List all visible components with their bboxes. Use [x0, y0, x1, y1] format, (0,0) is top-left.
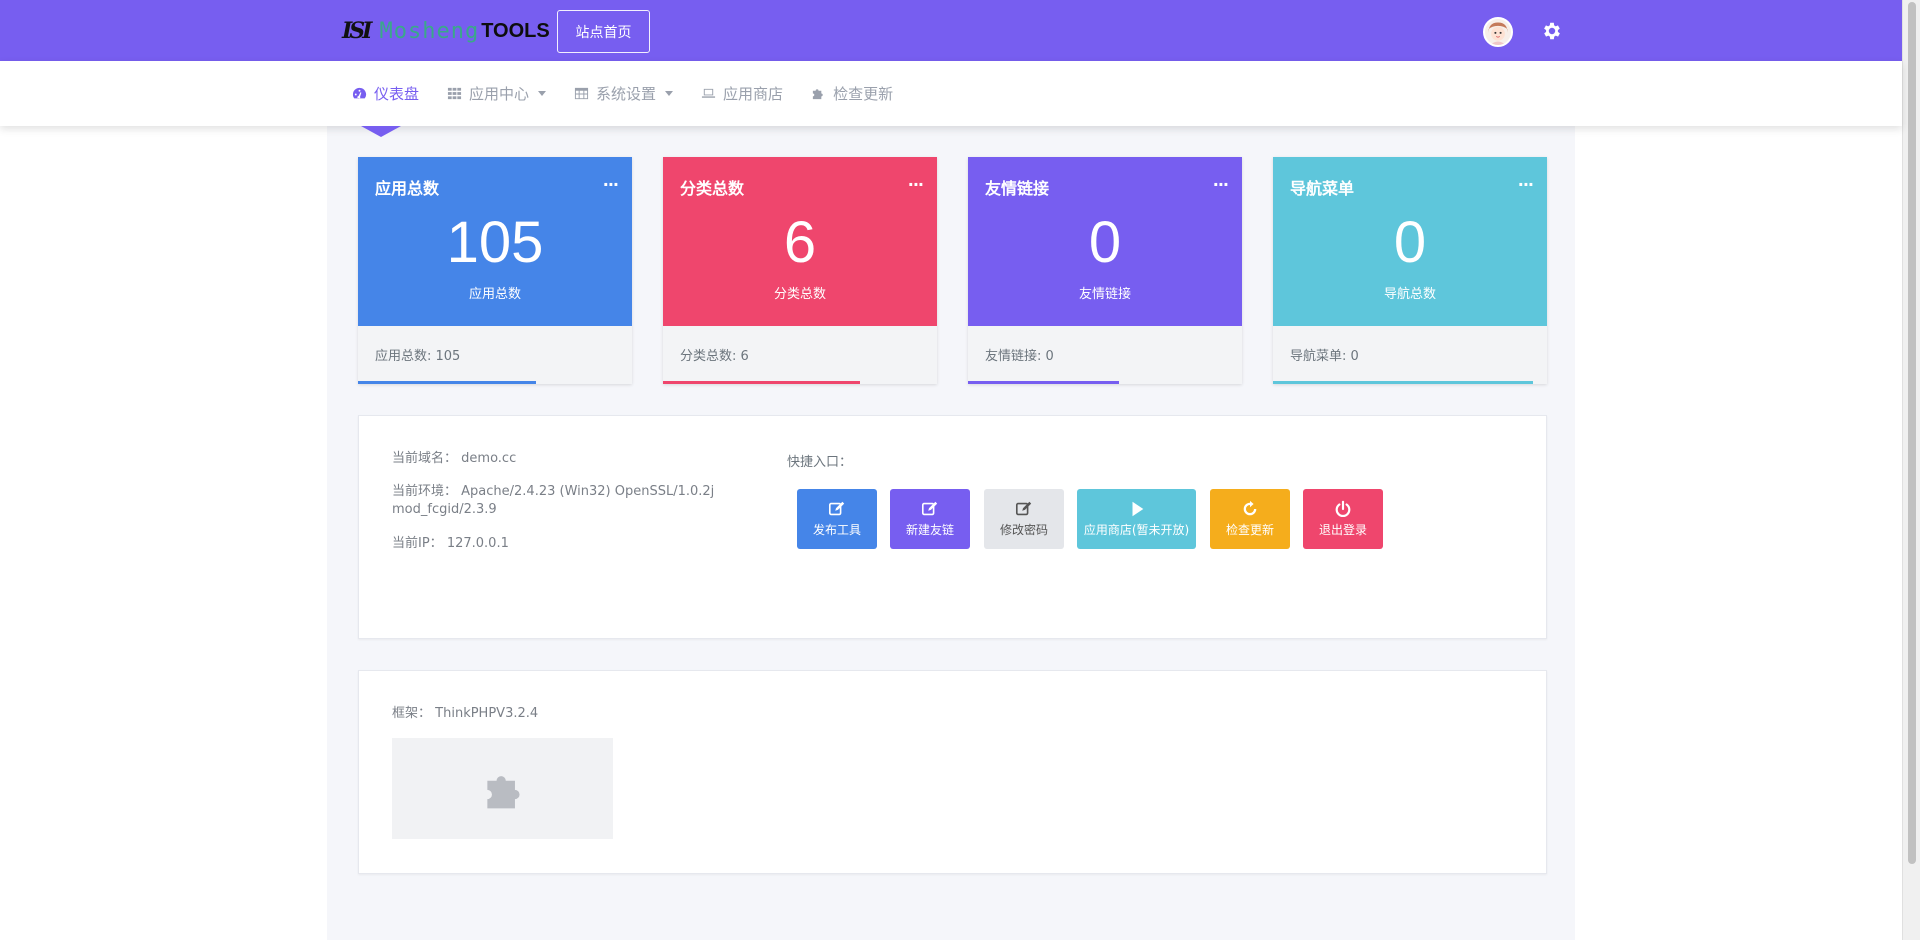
plugin-placeholder-image	[392, 738, 613, 839]
scrollbar-thumb[interactable]	[1908, 2, 1916, 864]
framework-info: 框架： ThinkPHPV3.2.4	[392, 705, 538, 723]
chevron-down-icon	[538, 91, 547, 96]
nav-item-label: 应用中心	[469, 85, 530, 103]
nav-item-dashboard[interactable]: 仪表盘	[352, 83, 419, 104]
avatar-icon	[1485, 19, 1511, 45]
publish-tool-button[interactable]: 发布工具	[797, 489, 877, 549]
stat-card-apps: 应用总数 ... 105 应用总数 应用总数: 105	[358, 157, 632, 384]
button-label: 应用商店(暂未开放)	[1083, 523, 1190, 537]
card-subtitle: 导航总数	[1383, 287, 1436, 302]
puzzle-icon	[486, 775, 520, 808]
top-header: ISI Mosheng TOOLS 站点首页	[0, 0, 1902, 61]
env-value-2: mod_fcgid/2.3.9	[392, 502, 497, 517]
env-info-continued: mod_fcgid/2.3.9	[392, 501, 497, 519]
nav-item-label: 检查更新	[833, 85, 894, 103]
button-label: 发布工具	[812, 523, 861, 537]
card-title: 分类总数	[680, 179, 745, 198]
progress-bar	[358, 381, 537, 384]
card-value: 0	[1088, 210, 1122, 275]
nav-item-label: 应用商店	[723, 85, 784, 103]
card-footer: 导航菜单: 0	[1290, 349, 1359, 364]
button-label: 新建友链	[905, 523, 954, 537]
quick-entry-label: 快捷入口：	[787, 455, 853, 470]
domain-value: demo.cc	[461, 451, 517, 466]
change-password-button[interactable]: 修改密码	[984, 489, 1064, 549]
ip-info: 当前IP： 127.0.0.1	[392, 535, 509, 553]
progress-bar	[1273, 381, 1534, 384]
nav-item-app-center[interactable]: 应用中心	[447, 83, 547, 104]
more-icon[interactable]: ...	[603, 171, 619, 190]
active-nav-pointer	[361, 126, 401, 137]
card-top: 友情链接 ... 0 友情链接	[968, 157, 1242, 326]
dashboard-icon	[352, 87, 367, 99]
nav-item-label: 系统设置	[596, 85, 657, 103]
card-top: 应用总数 ... 105 应用总数	[358, 157, 632, 326]
grid-icon	[447, 87, 462, 100]
new-friend-link-button[interactable]: 新建友链	[890, 489, 970, 549]
puzzle-icon	[812, 89, 823, 100]
framework-label: 框架：	[392, 706, 432, 721]
card-subtitle: 友情链接	[1078, 287, 1131, 302]
laptop-icon	[701, 88, 716, 98]
button-label: 退出登录	[1318, 523, 1367, 537]
ip-label: 当前IP：	[392, 536, 443, 551]
edit-icon	[921, 501, 938, 516]
more-icon[interactable]: ...	[1518, 171, 1534, 190]
check-update-button[interactable]: 检查更新	[1210, 489, 1290, 549]
card-value: 6	[783, 210, 817, 275]
button-label: 修改密码	[999, 523, 1048, 537]
edit-icon	[828, 501, 845, 516]
card-footer: 友情链接: 0	[985, 349, 1054, 364]
play-icon	[1132, 501, 1143, 517]
logo-tools: TOOLS	[481, 19, 550, 42]
main-navbar: 仪表盘 应用中心 系统设置 应用商店 检查更新	[0, 61, 1902, 126]
card-value: 105	[446, 210, 544, 275]
gear-icon[interactable]	[1541, 20, 1563, 42]
more-icon[interactable]: ...	[908, 171, 924, 190]
site-logo[interactable]: ISI Mosheng TOOLS	[342, 18, 550, 44]
edit-icon	[1015, 501, 1032, 516]
card-footer: 分类总数: 6	[680, 349, 749, 364]
card-top: 导航菜单 ... 0 导航总数	[1273, 157, 1547, 326]
stat-card-friend-links: 友情链接 ... 0 友情链接 友情链接: 0	[968, 157, 1242, 384]
nav-item-app-store[interactable]: 应用商店	[701, 83, 783, 104]
domain-info: 当前域名： demo.cc	[392, 450, 516, 468]
stat-card-nav-menu: 导航菜单 ... 0 导航总数 导航菜单: 0	[1273, 157, 1547, 384]
table-icon	[574, 87, 589, 100]
stat-card-categories: 分类总数 ... 6 分类总数 分类总数: 6	[663, 157, 937, 384]
card-subtitle: 分类总数	[773, 287, 826, 302]
power-icon	[1335, 500, 1351, 518]
logo-script: Mosheng	[379, 18, 480, 44]
avatar[interactable]	[1483, 17, 1513, 47]
card-footer: 应用总数: 105	[375, 349, 461, 364]
env-info: 当前环境： Apache/2.4.23 (Win32) OpenSSL/1.0.…	[392, 483, 714, 501]
card-top: 分类总数 ... 6 分类总数	[663, 157, 937, 326]
card-title: 导航菜单	[1290, 179, 1355, 198]
nav-item-check-update[interactable]: 检查更新	[811, 83, 893, 104]
logout-button[interactable]: 退出登录	[1303, 489, 1383, 549]
refresh-icon	[1243, 500, 1257, 516]
progress-bar	[663, 381, 861, 384]
logo-mark: ISI	[342, 18, 373, 44]
more-icon[interactable]: ...	[1213, 171, 1229, 190]
chevron-down-icon	[665, 91, 674, 96]
card-subtitle: 应用总数	[468, 287, 521, 302]
progress-bar	[968, 381, 1119, 384]
app-store-button[interactable]: 应用商店(暂未开放)	[1077, 489, 1196, 549]
card-title: 友情链接	[985, 179, 1050, 198]
button-label: 检查更新	[1225, 523, 1274, 537]
nav-item-system-settings[interactable]: 系统设置	[574, 83, 674, 104]
page-scrollbar[interactable]	[1902, 0, 1920, 940]
card-value: 0	[1393, 210, 1427, 275]
ip-value: 127.0.0.1	[446, 536, 509, 551]
env-value: Apache/2.4.23 (Win32) OpenSSL/1.0.2j	[461, 484, 715, 499]
framework-value: ThinkPHPV3.2.4	[435, 706, 539, 721]
domain-label: 当前域名：	[392, 451, 458, 466]
env-label: 当前环境：	[392, 484, 458, 499]
card-title: 应用总数	[375, 179, 440, 198]
site-home-button[interactable]: 站点首页	[557, 10, 650, 53]
nav-item-label: 仪表盘	[374, 85, 420, 103]
